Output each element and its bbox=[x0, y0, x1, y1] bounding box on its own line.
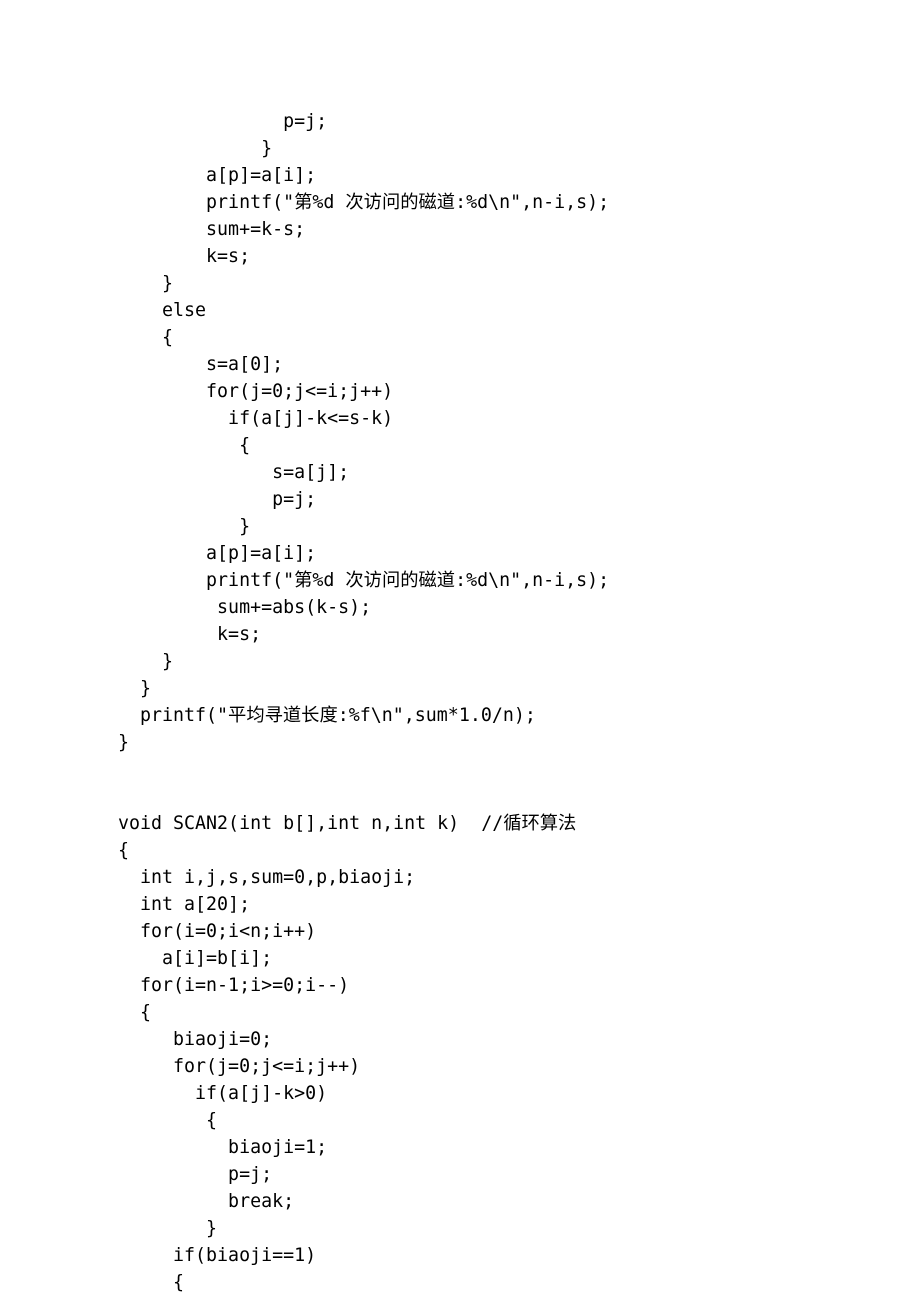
document-page: p=j; } a[p]=a[i]; printf("第%d 次访问的磁道:%d\… bbox=[0, 0, 920, 1302]
code-block: p=j; } a[p]=a[i]; printf("第%d 次访问的磁道:%d\… bbox=[0, 108, 920, 1296]
